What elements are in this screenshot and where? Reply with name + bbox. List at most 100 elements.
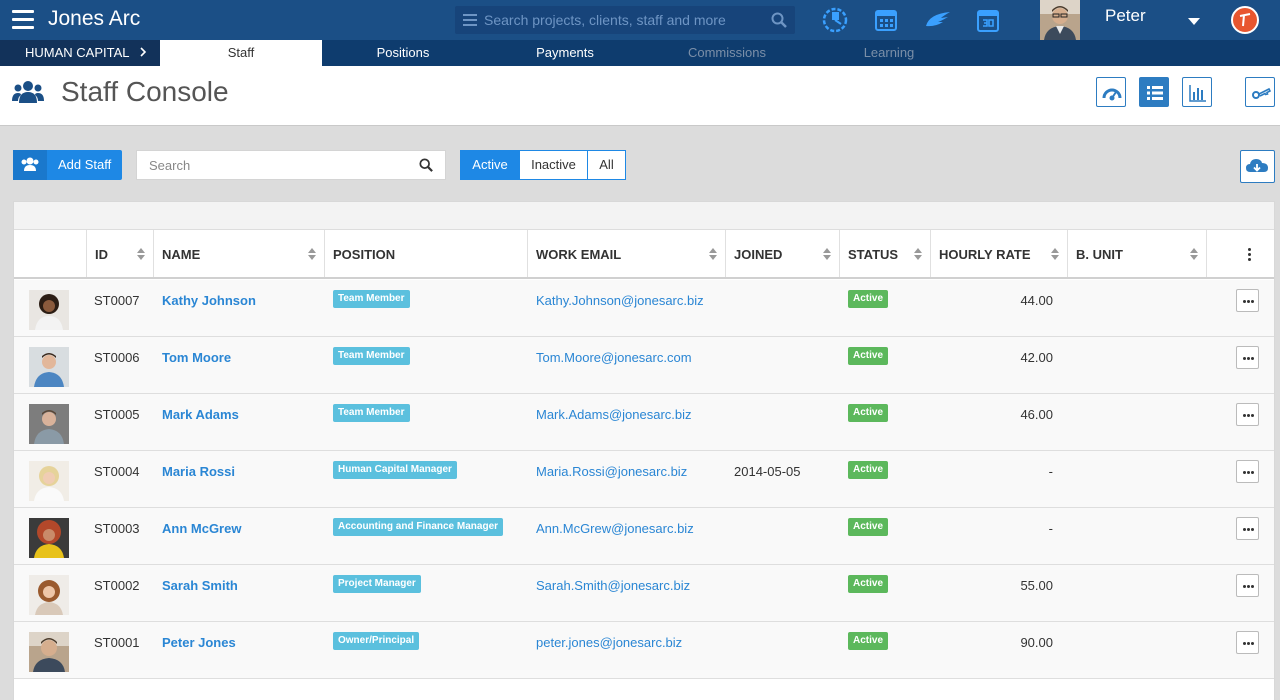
report-view-button[interactable] [1182,77,1212,107]
menu-icon[interactable] [12,10,34,30]
staff-name-link[interactable]: Mark Adams [162,407,239,422]
table-row: ST0006 Tom Moore Team Member Tom.Moore@j… [14,337,1274,394]
staff-id: ST0003 [94,521,140,536]
work-email-link[interactable]: peter.jones@jonesarc.biz [536,635,682,650]
row-actions-button[interactable] [1236,517,1259,540]
search-icon[interactable] [419,158,433,172]
sort-icon[interactable] [308,248,316,260]
column-position[interactable]: POSITION [325,230,528,277]
filter-active[interactable]: Active [460,150,520,180]
position-badge: Accounting and Finance Manager [333,518,504,536]
hourly-rate: 90.00 [1020,635,1053,650]
avatar[interactable] [1040,0,1080,40]
column-position-label: POSITION [333,247,396,262]
work-email-link[interactable]: Ann.McGrew@jonesarc.biz [536,521,694,536]
status-badge: Active [848,290,889,308]
staff-name-link[interactable]: Maria Rossi [162,464,235,479]
staff-name-link[interactable]: Tom Moore [162,350,231,365]
row-actions-button[interactable] [1236,289,1259,312]
row-actions-button[interactable] [1236,403,1259,426]
staff-photo [29,404,69,444]
tab-payments[interactable]: Payments [484,40,646,66]
list-lines-icon [463,14,477,26]
staff-table: ID NAME POSITION WORK EMAIL JOINED STATU… [13,201,1275,700]
hourly-rate: 44.00 [1020,293,1053,308]
column-hourly-rate-label: HOURLY RATE [939,247,1031,262]
staff-name-link[interactable]: Peter Jones [162,635,236,650]
cloud-download-icon [1246,159,1268,172]
staff-id: ST0006 [94,350,140,365]
staff-photo [29,518,69,558]
bar-chart-icon [1189,85,1206,102]
work-email-link[interactable]: Maria.Rossi@jonesarc.biz [536,464,687,479]
sort-icon[interactable] [914,248,922,260]
staff-search-input[interactable] [149,151,409,179]
filter-inactive[interactable]: Inactive [519,150,588,180]
row-actions-button[interactable] [1236,574,1259,597]
download-button[interactable] [1240,150,1275,183]
breadcrumb-label: HUMAN CAPITAL [25,45,130,60]
table-row: ST0003 Ann McGrew Accounting and Finance… [14,508,1274,565]
column-id[interactable]: ID [87,230,154,277]
tab-staff[interactable]: Staff [160,40,322,66]
tab-learning[interactable]: Learning [808,40,970,66]
column-hourly-rate[interactable]: HOURLY RATE [931,230,1068,277]
wing-icon[interactable] [923,6,953,34]
global-search [455,6,795,34]
status-badge: Active [848,575,889,593]
staff-id: ST0001 [94,635,140,650]
calendar-icon[interactable] [872,6,902,34]
kebab-icon[interactable] [1248,248,1252,263]
sort-icon[interactable] [709,248,717,260]
staff-id: ST0004 [94,464,140,479]
sort-icon[interactable] [1190,248,1198,260]
key-button[interactable] [1245,77,1275,107]
people-icon [12,81,44,103]
row-actions-button[interactable] [1236,460,1259,483]
work-email-link[interactable]: Sarah.Smith@jonesarc.biz [536,578,690,593]
search-icon[interactable] [771,12,787,28]
table-row: ST0002 Sarah Smith Project Manager Sarah… [14,565,1274,622]
position-badge: Owner/Principal [333,632,420,650]
staff-photo [29,632,69,672]
work-email-link[interactable]: Mark.Adams@jonesarc.biz [536,407,692,422]
breadcrumb[interactable]: HUMAN CAPITAL [0,40,160,66]
position-badge: Team Member [333,404,410,422]
sort-icon[interactable] [137,248,145,260]
hourly-rate: 55.00 [1020,578,1053,593]
sort-icon[interactable] [1051,248,1059,260]
tab-positions[interactable]: Positions [322,40,484,66]
column-business-unit-label: B. UNIT [1076,247,1123,262]
column-photo [14,230,87,277]
work-email-link[interactable]: Tom.Moore@jonesarc.com [536,350,692,365]
filter-all[interactable]: All [587,150,626,180]
staff-photo [29,290,69,330]
column-joined[interactable]: JOINED [726,230,840,277]
tab-commissions[interactable]: Commissions [646,40,808,66]
timer-icon[interactable] [820,6,850,34]
staff-name-link[interactable]: Ann McGrew [162,521,241,536]
column-business-unit[interactable]: B. UNIT [1068,230,1207,277]
add-staff-button[interactable]: Add Staff [13,150,122,180]
calendar-day-icon[interactable] [974,6,1004,34]
status-badge: Active [848,461,889,479]
sort-icon[interactable] [823,248,831,260]
sub-nav: HUMAN CAPITAL Staff Positions Payments C… [0,40,1280,66]
staff-name-link[interactable]: Sarah Smith [162,578,238,593]
column-work-email[interactable]: WORK EMAIL [528,230,726,277]
user-menu-chevron-down-icon[interactable] [1188,18,1200,25]
column-name[interactable]: NAME [154,230,325,277]
list-view-button[interactable] [1139,77,1169,107]
column-work-email-label: WORK EMAIL [536,247,622,262]
column-status[interactable]: STATUS [840,230,931,277]
staff-photo [29,347,69,387]
user-name[interactable]: Peter [1105,6,1146,26]
hourly-rate: 46.00 [1020,407,1053,422]
row-actions-button[interactable] [1236,631,1259,654]
brand-icon[interactable] [1231,6,1259,34]
dashboard-view-button[interactable] [1096,77,1126,107]
work-email-link[interactable]: Kathy.Johnson@jonesarc.biz [536,293,704,308]
global-search-input[interactable] [484,6,764,34]
row-actions-button[interactable] [1236,346,1259,369]
staff-name-link[interactable]: Kathy Johnson [162,293,256,308]
